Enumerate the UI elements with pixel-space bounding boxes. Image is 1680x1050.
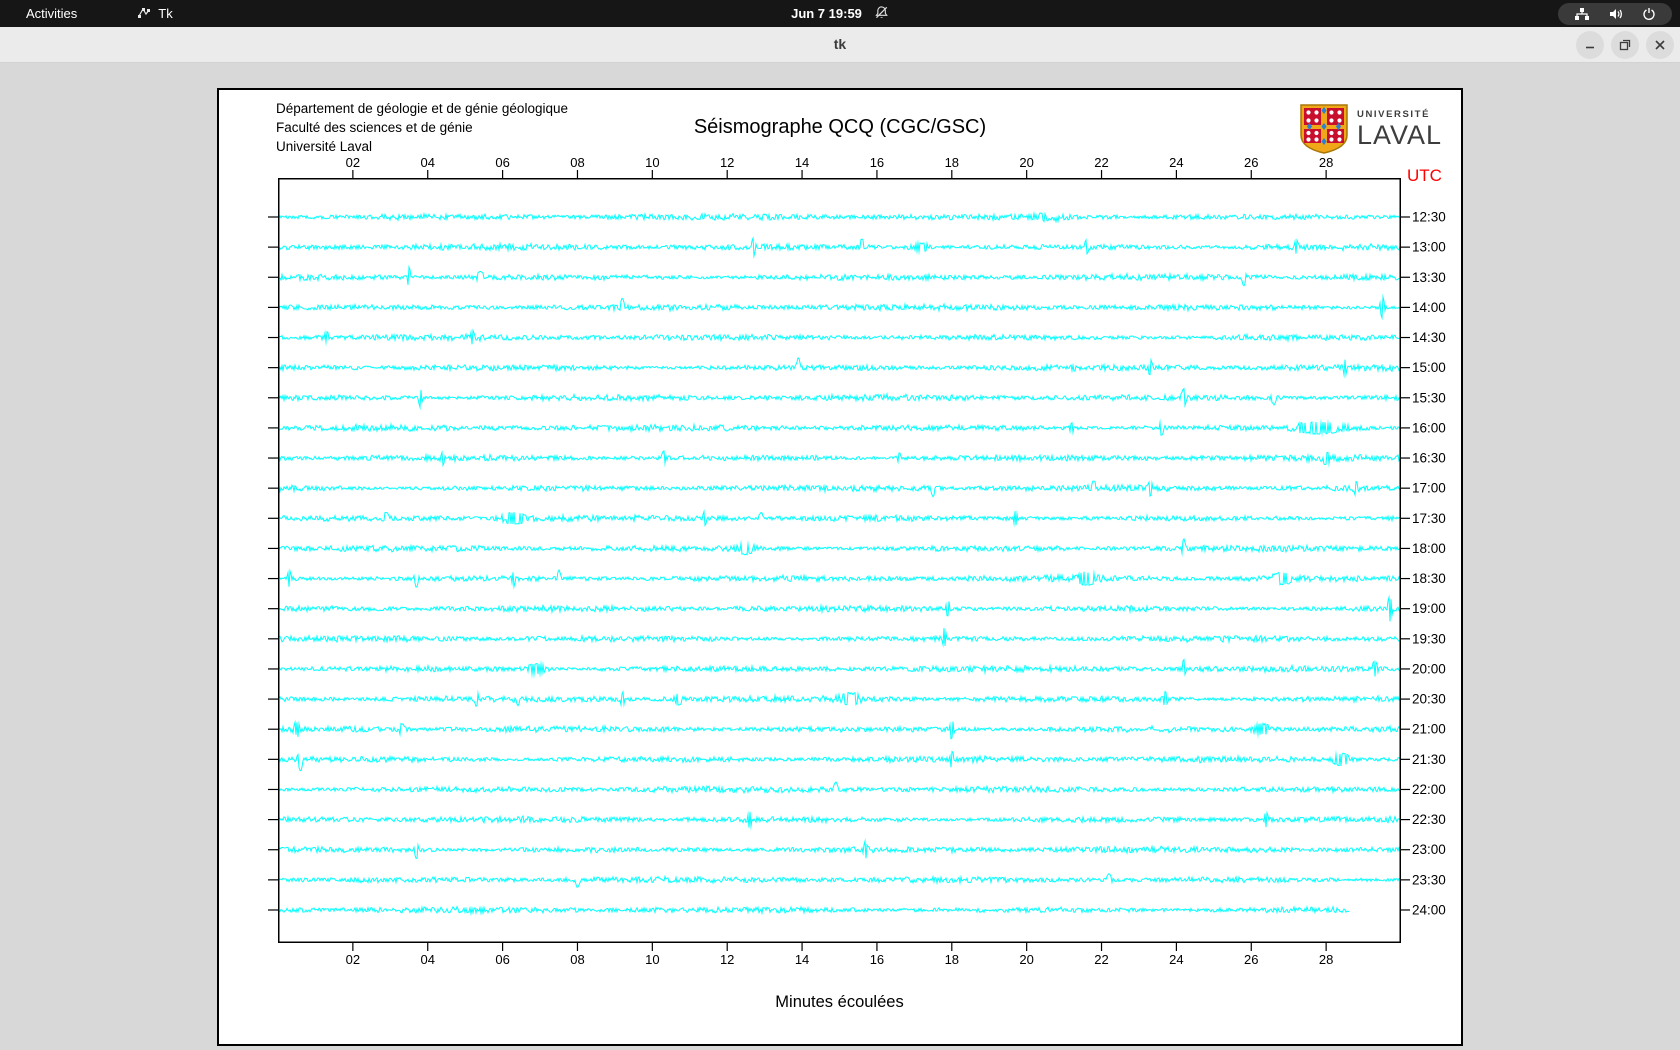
clock-menu[interactable]: Jun 7 19:59 <box>791 5 889 23</box>
utc-time-label: 16:30 <box>1412 451 1446 466</box>
volume-icon <box>1608 7 1624 21</box>
utc-time-label: 15:00 <box>1412 360 1446 375</box>
utc-time-label: 19:30 <box>1412 631 1446 646</box>
x-tick-label-top: 12 <box>720 155 734 170</box>
x-tick-label-top: 18 <box>945 155 959 170</box>
network-icon <box>1574 7 1590 21</box>
minimize-button[interactable] <box>1576 31 1604 59</box>
utc-time-label: 16:00 <box>1412 420 1446 435</box>
utc-time-label: 24:00 <box>1412 902 1446 917</box>
activities-button[interactable]: Activities <box>18 4 85 23</box>
window-title: tk <box>833 36 847 52</box>
plot-frame <box>278 178 1401 943</box>
clock-label: Jun 7 19:59 <box>791 6 862 21</box>
x-tick-label-top: 08 <box>570 155 584 170</box>
x-axis-title: Minutes écoulées <box>775 993 904 1011</box>
utc-time-label: 23:00 <box>1412 842 1446 857</box>
universite-laval-logo: UNIVERSITÉ LAVAL <box>1299 104 1442 159</box>
institution-line-3: Université Laval <box>276 139 373 154</box>
seismograph-canvas-window: Département de géologie et de génie géol… <box>217 88 1463 1046</box>
x-tick-label-bottom: 14 <box>795 952 809 967</box>
close-button[interactable] <box>1646 31 1674 59</box>
restore-button[interactable] <box>1611 31 1639 59</box>
utc-time-label: 13:30 <box>1412 270 1446 285</box>
system-status-area[interactable] <box>1558 3 1672 25</box>
x-tick-label-top: 28 <box>1319 155 1333 170</box>
power-icon <box>1642 7 1656 21</box>
x-tick-label-bottom: 20 <box>1019 952 1033 967</box>
x-tick-label-bottom: 18 <box>945 952 959 967</box>
window-title-bar: tk <box>0 27 1680 63</box>
x-tick-label-top: 24 <box>1169 155 1183 170</box>
utc-time-label: 14:30 <box>1412 330 1446 345</box>
plot-axes-svg: 02 02 04 04 06 06 08 08 10 10 12 12 14 14 16 16 18 18 20 20… <box>268 155 1446 967</box>
x-tick-label-top: 06 <box>495 155 509 170</box>
utc-time-label: 17:30 <box>1412 511 1446 526</box>
x-tick-label-bottom: 28 <box>1319 952 1333 967</box>
x-tick-label-top: 14 <box>795 155 809 170</box>
desktop-background: Département de géologie et de génie géol… <box>0 63 1680 1050</box>
notifications-muted-icon <box>874 5 889 23</box>
x-tick-label-bottom: 10 <box>645 952 659 967</box>
x-tick-label-bottom: 04 <box>420 952 434 967</box>
utc-time-label: 15:30 <box>1412 390 1446 405</box>
x-tick-label-top: 10 <box>645 155 659 170</box>
utc-time-label: 20:30 <box>1412 692 1446 707</box>
utc-time-label: 14:00 <box>1412 300 1446 315</box>
utc-time-label: 22:00 <box>1412 782 1446 797</box>
x-tick-label-top: 04 <box>420 155 434 170</box>
x-tick-label-bottom: 16 <box>870 952 884 967</box>
seismogram-plot: 02 02 04 04 06 06 08 08 10 10 12 12 14 14 16 16 18 18 20 20… <box>268 155 1446 967</box>
x-tick-label-bottom: 06 <box>495 952 509 967</box>
utc-time-label: 22:30 <box>1412 812 1446 827</box>
laval-wordmark-line2: LAVAL <box>1357 120 1443 150</box>
utc-time-label: 21:30 <box>1412 752 1446 767</box>
utc-time-label: 12:30 <box>1412 210 1446 225</box>
utc-time-label: 21:00 <box>1412 722 1446 737</box>
x-tick-label-top: 16 <box>870 155 884 170</box>
x-tick-label-bottom: 02 <box>346 952 360 967</box>
tk-app-icon <box>137 5 151 22</box>
utc-time-label: 18:30 <box>1412 571 1446 586</box>
x-tick-label-bottom: 12 <box>720 952 734 967</box>
x-tick-label-top: 26 <box>1244 155 1258 170</box>
utc-time-label: 17:00 <box>1412 481 1446 496</box>
x-tick-label-bottom: 24 <box>1169 952 1183 967</box>
plot-title: Séismographe QCQ (CGC/GSC) <box>693 116 987 138</box>
laval-wordmark-line1: UNIVERSITÉ <box>1357 109 1431 120</box>
gnome-top-bar: Activities Tk Jun 7 19:59 <box>0 0 1680 27</box>
x-tick-label-bottom: 22 <box>1094 952 1108 967</box>
x-tick-label-top: 22 <box>1094 155 1108 170</box>
laval-crest-icon <box>1299 104 1349 159</box>
utc-time-label: 20:00 <box>1412 661 1446 676</box>
x-tick-label-top: 02 <box>346 155 360 170</box>
utc-time-label: 23:30 <box>1412 872 1446 887</box>
laval-wordmark: UNIVERSITÉ LAVAL <box>1357 109 1442 151</box>
x-tick-label-bottom: 26 <box>1244 952 1258 967</box>
app-menu[interactable]: Tk <box>137 5 173 22</box>
utc-axis-label: UTC <box>1407 166 1442 185</box>
utc-time-label: 18:00 <box>1412 541 1446 556</box>
utc-time-label: 13:00 <box>1412 240 1446 255</box>
x-tick-label-bottom: 08 <box>570 952 584 967</box>
x-tick-label-top: 20 <box>1019 155 1033 170</box>
utc-time-label: 19:00 <box>1412 601 1446 616</box>
app-menu-label: Tk <box>158 6 173 21</box>
